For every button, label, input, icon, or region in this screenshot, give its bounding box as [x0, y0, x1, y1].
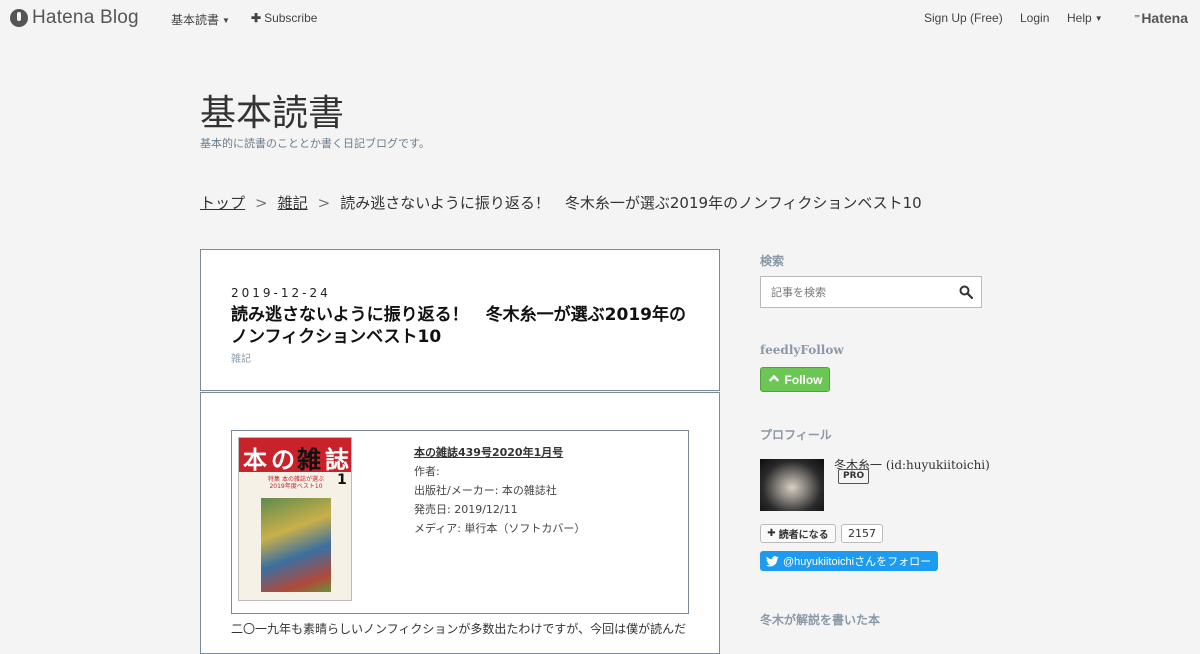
- blog-description: 基本的に読書のこととか書く日記ブログです。: [200, 137, 430, 150]
- twitter-follow-label: @huyukiitoichiさんをフォロー: [783, 556, 932, 568]
- hatena-blog-logo-icon: [10, 9, 28, 27]
- caret-down-icon: ▼: [222, 16, 230, 26]
- entry-body: 本 の 雑 誌 1 特集 本の雑誌が選ぶ2019年度ベスト10 本の雑誌439号…: [200, 392, 720, 654]
- cover-char: 誌: [325, 445, 349, 474]
- reader-count[interactable]: 2157: [841, 524, 883, 543]
- reader-button-label: 読者になる: [778, 530, 829, 541]
- cover-subtitle: 特集 本の雑誌が選ぶ2019年度ベスト10: [268, 476, 324, 490]
- twitter-bird-icon: [766, 555, 779, 566]
- caret-down-icon: ▼: [1094, 14, 1103, 24]
- search-form: [760, 276, 982, 308]
- breadcrumb-separator: >: [255, 194, 268, 212]
- plus-icon: ✚: [251, 11, 262, 25]
- subscribe-label: Subscribe: [264, 11, 318, 25]
- profile-avatar[interactable]: [760, 459, 824, 511]
- cover-char: 雑: [297, 445, 321, 474]
- product-publisher: 出版社/メーカー: 本の雑誌社: [414, 484, 557, 497]
- entry-date[interactable]: 2019-12-24: [231, 286, 331, 300]
- blog-title[interactable]: 基本読書: [200, 84, 344, 136]
- subscribe-reader-button[interactable]: ✚ 読者になる: [760, 524, 836, 543]
- search-icon[interactable]: [959, 285, 973, 299]
- blog-menu-dropdown[interactable]: 基本読書 ▼: [171, 11, 230, 28]
- feedly-icon: [768, 374, 779, 385]
- help-dropdown[interactable]: Help ▼: [1067, 11, 1103, 25]
- cover-issue-number: 1: [337, 472, 347, 488]
- hatena-blog-logo[interactable]: Hatena Blog: [10, 7, 139, 29]
- book-cover-image[interactable]: 本 の 雑 誌 1 特集 本の雑誌が選ぶ2019年度ベスト10: [238, 437, 352, 601]
- hatena-mark-icon: ⁼: [1133, 11, 1141, 25]
- feedly-follow-button[interactable]: Follow: [760, 367, 830, 392]
- entry-header: 2019-12-24 読み逃さないように振り返る！ 冬木糸一が選ぶ2019年のノ…: [200, 249, 720, 391]
- product-release-date: 発売日: 2019/12/11: [414, 503, 518, 516]
- blog-menu-label: 基本読書: [171, 13, 220, 27]
- product-media: メディア: 単行本（ソフトカバー）: [414, 522, 586, 535]
- product-title-link[interactable]: 本の雑誌439号2020年1月号: [414, 443, 585, 462]
- product-info: 本の雑誌439号2020年1月号 作者: 出版社/メーカー: 本の雑誌社 発売日…: [414, 443, 585, 538]
- search-heading: 検索: [760, 254, 785, 268]
- subscribe-button[interactable]: ✚ Subscribe: [251, 11, 317, 25]
- help-label: Help: [1067, 11, 1092, 25]
- plus-icon: ✚: [767, 528, 776, 539]
- profile-heading: プロフィール: [760, 428, 832, 442]
- entry-category-link[interactable]: 雑記: [231, 350, 251, 365]
- login-link[interactable]: Login: [1020, 11, 1049, 25]
- books-heading: 冬木が解説を書いた本: [760, 613, 881, 627]
- signup-link[interactable]: Sign Up (Free): [924, 11, 1003, 25]
- cover-char: 本: [243, 445, 267, 474]
- breadcrumb: トップ > 雑記 > 読み逃さないように振り返る！ 冬木糸一が選ぶ2019年のノンフィク…: [200, 192, 922, 213]
- entry-paragraph: 二〇一九年も素晴らしいノンフィクションが多数出たわけですが、今回は僕が読んだ: [231, 622, 687, 636]
- breadcrumb-current: 読み逃さないように振り返る！ 冬木糸一が選ぶ2019年のノンフィクションベスト1…: [340, 194, 922, 212]
- cover-illustration: [261, 498, 331, 592]
- hatena-logo[interactable]: ⁼ Hatena: [1134, 10, 1188, 26]
- feedly-heading: feedlyFollow: [760, 343, 844, 357]
- pro-badge: PRO: [838, 469, 870, 484]
- cover-char: の: [271, 445, 295, 474]
- global-header: Hatena Blog 基本読書 ▼ ✚ Subscribe Sign Up (Fr…: [0, 0, 1200, 36]
- product-card: 本 の 雑 誌 1 特集 本の雑誌が選ぶ2019年度ベスト10 本の雑誌439号…: [231, 430, 689, 614]
- entry-title[interactable]: 読み逃さないように振り返る！ 冬木糸一が選ぶ2019年のノンフィクションベスト1…: [231, 304, 701, 348]
- feedly-follow-label: Follow: [784, 372, 823, 387]
- breadcrumb-separator: >: [317, 194, 331, 212]
- breadcrumb-top-link[interactable]: トップ: [200, 194, 245, 212]
- breadcrumb-category-link[interactable]: 雑記: [278, 194, 308, 212]
- logo-text: Hatena Blog: [32, 7, 139, 28]
- hatena-logo-text: Hatena: [1141, 10, 1188, 26]
- product-author: 作者:: [414, 465, 440, 478]
- twitter-follow-button[interactable]: @huyukiitoichiさんをフォロー: [760, 551, 938, 571]
- search-input[interactable]: [761, 277, 951, 307]
